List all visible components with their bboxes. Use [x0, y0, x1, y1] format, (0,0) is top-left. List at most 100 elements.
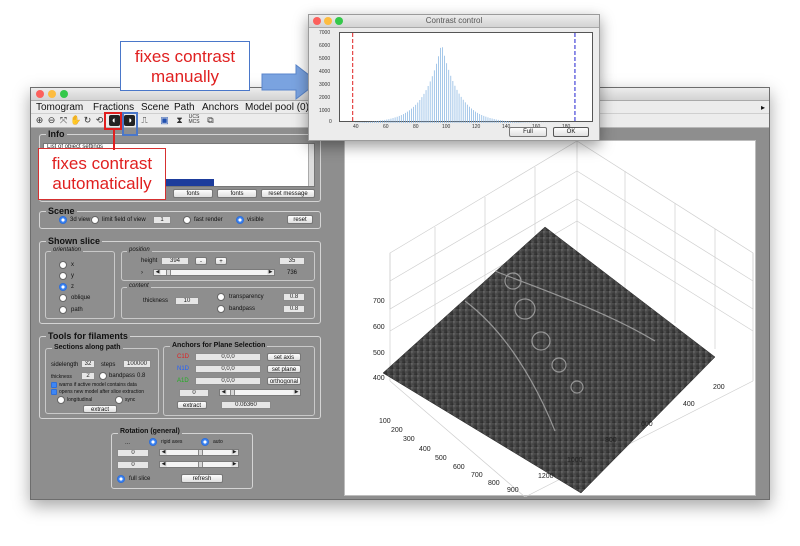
sections-bandpass-radio[interactable]: [99, 372, 107, 380]
orientation-y-label: y: [71, 273, 74, 279]
tomogram-slice[interactable]: [382, 226, 716, 494]
bandpass-field[interactable]: 0.8: [283, 305, 305, 313]
rotation-field-1[interactable]: 0: [117, 449, 149, 457]
full-slice-radio[interactable]: [117, 475, 125, 483]
orientation-y-radio[interactable]: [59, 272, 67, 280]
fit-view-icon[interactable]: ⤧: [58, 115, 69, 126]
orthogonal-button[interactable]: orthogonal: [267, 377, 301, 385]
x-tick: 200: [391, 427, 403, 434]
filter-icon[interactable]: ⧗: [174, 115, 185, 126]
menu-path[interactable]: Path: [174, 101, 195, 114]
anchor-index-field[interactable]: 0: [179, 389, 209, 397]
slider-thumb[interactable]: [198, 462, 203, 467]
stack-icon[interactable]: ⧉: [205, 115, 216, 126]
slider-left-arrow-icon[interactable]: ◀: [154, 270, 161, 275]
slider-thumb[interactable]: [230, 390, 235, 395]
warns-active-model-checkbox[interactable]: [51, 382, 57, 388]
reset-message-button[interactable]: reset message: [261, 189, 315, 198]
slider-left-arrow-icon[interactable]: ◀: [160, 462, 167, 467]
slider-right-arrow-icon[interactable]: ▶: [231, 450, 238, 455]
callout-manual: fixes contrast manually: [120, 41, 250, 91]
anchor-a1d-value[interactable]: 0,0,0: [195, 377, 261, 385]
shown-slice-title: Shown slice: [46, 236, 103, 246]
x-tick: 600: [453, 464, 465, 471]
info-scrollbar[interactable]: [308, 144, 314, 186]
scene-3d-view-label: 3d view: [70, 217, 91, 223]
rotation-slider-2[interactable]: ◀ ▶: [159, 461, 239, 468]
anchor-c1d-label: C1D: [177, 354, 190, 360]
thickness-field[interactable]: 10: [175, 297, 199, 305]
height-plus-button[interactable]: +: [215, 257, 227, 265]
anchors-title: Anchors for Plane Selection: [170, 342, 268, 349]
scene-fov-field[interactable]: 1: [153, 216, 171, 224]
menu-tomogram[interactable]: Tomogram: [36, 101, 83, 114]
hist-y-tick: 6000: [319, 43, 331, 49]
anchor-c1d-value[interactable]: 0,0,0: [195, 353, 261, 361]
scene-fast-radio[interactable]: [183, 216, 191, 224]
scene-fov-radio[interactable]: [91, 216, 99, 224]
zoom-out-icon[interactable]: ⊖: [46, 115, 57, 126]
rotation-field-2[interactable]: 0: [117, 461, 149, 469]
anchor-n1d-value[interactable]: 0,0,0: [195, 365, 261, 373]
sections-extract-button[interactable]: extract: [83, 405, 117, 413]
longitudinal-radio[interactable]: [57, 396, 65, 404]
steps-field[interactable]: 100000: [123, 360, 151, 368]
rotation-auto-radio[interactable]: [201, 438, 209, 446]
rotation-refresh-button[interactable]: refresh: [181, 474, 223, 483]
set-axis-button[interactable]: set axis: [267, 353, 301, 361]
rotation-slider-1[interactable]: ◀ ▶: [159, 449, 239, 456]
menu-overflow-icon[interactable]: ▸: [761, 101, 765, 114]
anchors-extract-button[interactable]: extract: [177, 401, 207, 409]
slider-right-arrow-icon[interactable]: ▶: [293, 390, 300, 395]
height-field[interactable]: 394: [161, 257, 189, 265]
slider-right-arrow-icon[interactable]: ▶: [231, 462, 238, 467]
info-title: Info: [46, 129, 67, 139]
transparency-field[interactable]: 0.8: [283, 293, 305, 301]
orientation-x-radio[interactable]: [59, 261, 67, 269]
callout-automatic: fixes contrast automatically: [38, 148, 166, 200]
pan-hand-icon[interactable]: ✋: [70, 115, 81, 126]
close-window-button[interactable]: [36, 90, 44, 98]
anchor-slider[interactable]: ◀ ▶: [219, 389, 301, 396]
opens-new-model-checkbox[interactable]: [51, 389, 57, 395]
info-fonts-button-2[interactable]: fonts: [217, 189, 257, 198]
contrast-ok-button[interactable]: OK: [553, 127, 589, 137]
sync-radio[interactable]: [115, 396, 123, 404]
transparency-radio[interactable]: [217, 293, 225, 301]
orientation-z-radio[interactable]: [59, 283, 67, 291]
zoom-in-icon[interactable]: ⊕: [34, 115, 45, 126]
height-minus-button[interactable]: -: [195, 257, 207, 265]
rigid-axes-radio[interactable]: [149, 438, 157, 446]
histogram-plot[interactable]: [339, 32, 593, 123]
y-tick: 200: [713, 384, 725, 391]
volume-3d-plot[interactable]: 400 500 600 700 100 200 300 400 500 600 …: [344, 140, 756, 498]
save-icon[interactable]: ▣: [159, 115, 170, 126]
sidelength-field[interactable]: 32: [81, 360, 95, 368]
menu-model-pool[interactable]: Model pool (0): [245, 101, 309, 114]
scene-reset-button[interactable]: reset: [287, 215, 313, 224]
menu-anchors[interactable]: Anchors: [202, 101, 239, 114]
scene-visible-radio[interactable]: [236, 216, 244, 224]
slider-thumb[interactable]: [198, 450, 203, 455]
menu-scene[interactable]: Scene: [141, 101, 169, 114]
contrast-full-button[interactable]: Full: [509, 127, 547, 137]
rotate-icon[interactable]: ↻: [82, 115, 93, 126]
minimize-window-button[interactable]: [48, 90, 56, 98]
callout-manual-line2: manually: [150, 67, 220, 86]
position-value-field[interactable]: 35: [279, 257, 305, 265]
info-fonts-button-1[interactable]: fonts: [173, 189, 213, 198]
sections-thickness-field[interactable]: 2: [81, 372, 95, 380]
bandpass-radio[interactable]: [217, 305, 225, 313]
ucs-toggle[interactable]: UCS MCS: [187, 115, 201, 126]
scene-3d-view-radio[interactable]: [59, 216, 67, 224]
set-plane-button[interactable]: set plane: [267, 365, 301, 373]
waveform-icon[interactable]: ⎍: [139, 115, 150, 126]
slider-left-arrow-icon[interactable]: ◀: [160, 450, 167, 455]
slider-thumb[interactable]: [166, 270, 171, 275]
slider-left-arrow-icon[interactable]: ◀: [220, 390, 227, 395]
slider-right-arrow-icon[interactable]: ▶: [267, 270, 274, 275]
orientation-path-radio[interactable]: [59, 306, 67, 314]
orientation-oblique-radio[interactable]: [59, 294, 67, 302]
height-slider[interactable]: ◀ ▶: [153, 269, 275, 276]
zoom-window-button[interactable]: [60, 90, 68, 98]
